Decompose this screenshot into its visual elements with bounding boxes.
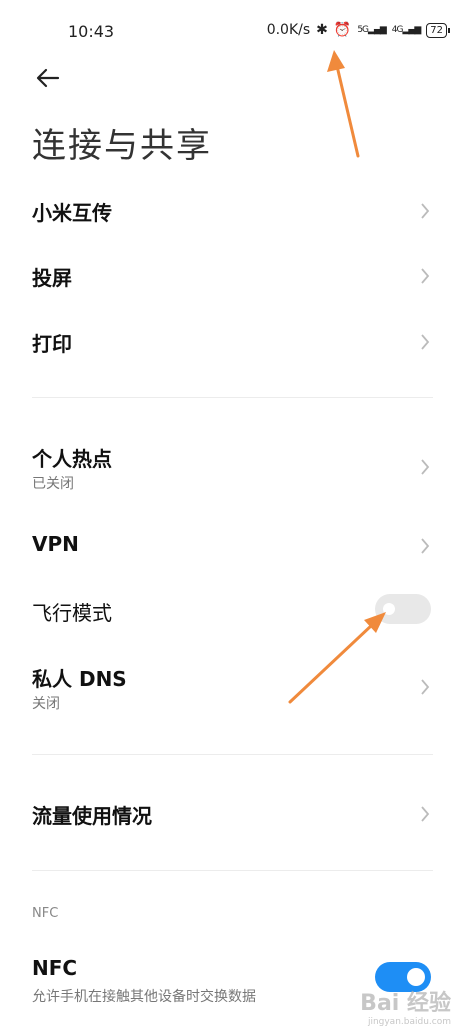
watermark: Bai 经验 jingyan.baidu.com bbox=[360, 991, 451, 1027]
annotation-arrows bbox=[288, 50, 386, 704]
annotation-arrow-head bbox=[327, 50, 345, 72]
annotation-arrow-line bbox=[335, 64, 360, 158]
annotation-arrow-line bbox=[288, 623, 374, 704]
